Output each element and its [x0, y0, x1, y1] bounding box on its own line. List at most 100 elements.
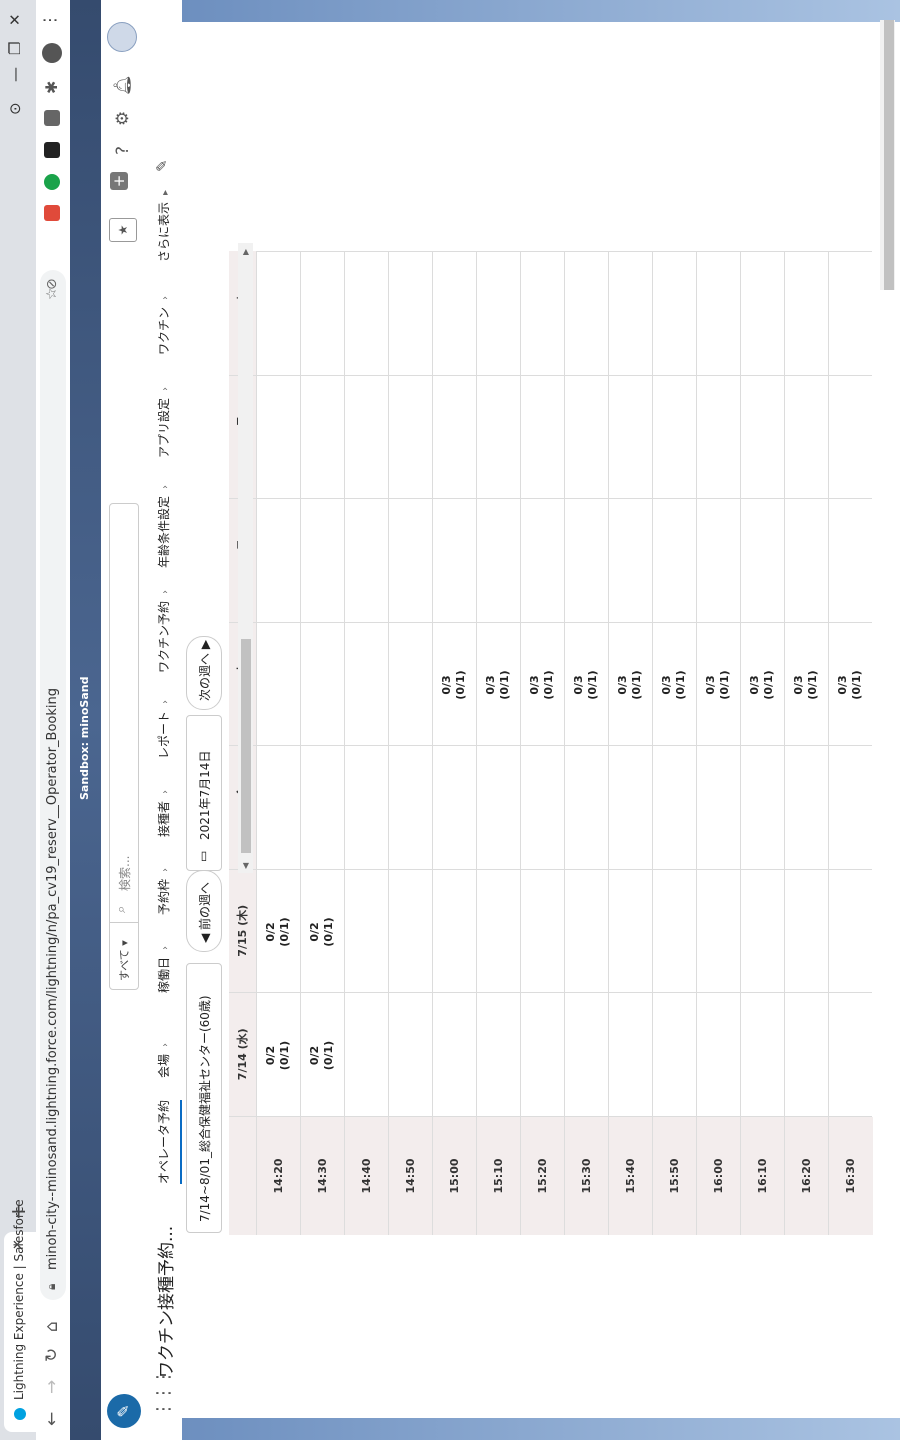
browser-tab[interactable]: Lightning Experience | Salesforce ✕ [4, 1199, 36, 1432]
user-avatar[interactable] [107, 22, 137, 52]
search-scope-select[interactable]: すべて ▾ [116, 940, 132, 981]
nav-tab-age-settings[interactable]: 年齢条件設定› [155, 485, 172, 568]
booking-slot[interactable]: 0/3 (0/1) [528, 624, 556, 747]
global-search[interactable]: すべて ▾ ⌕ 検索... [109, 503, 139, 990]
next-week-button[interactable]: 次の週へ ▶ [186, 636, 222, 710]
nav-tab-operating-days[interactable]: 稼働日› [155, 946, 172, 993]
slot-capacity: 0/3 [484, 675, 497, 695]
nav-tab-operator-booking[interactable]: オペレータ予約 [155, 1099, 183, 1184]
back-icon[interactable]: ← [42, 1412, 62, 1426]
app-name: ワクチン接種予約... [157, 1225, 177, 1378]
slot-capacity: 0/3 [528, 675, 541, 695]
browser-menu-icon[interactable]: ⋮ [40, 12, 59, 28]
scroll-left-icon[interactable]: ◀ [241, 863, 250, 869]
booking-slot[interactable]: 0/3 (0/1) [440, 624, 468, 747]
slot-reserved: (0/1) [498, 670, 511, 700]
calendar-scrollbar[interactable]: ◀ ▶ [238, 243, 253, 873]
zoom-icon[interactable]: ⊘ [44, 278, 60, 290]
nav-tab-app-settings[interactable]: アプリ設定› [155, 387, 172, 458]
booking-slot[interactable]: 0/3 (0/1) [704, 624, 732, 747]
restore-icon[interactable]: ❐ [6, 42, 24, 55]
rotated-screen: Lightning Experience | Salesforce ✕ + ⊙ … [0, 0, 900, 1440]
tab-title: Lightning Experience | Salesforce [12, 1199, 26, 1400]
nav-more[interactable]: さらに表示▸ [155, 190, 172, 262]
grid-row-line [828, 252, 829, 1117]
slot-capacity: 0/3 [836, 675, 849, 695]
nav-tab-vaccine[interactable]: ワクチン› [155, 296, 172, 355]
time-label: 15:00 [432, 1117, 477, 1235]
page-scrollbar[interactable] [880, 20, 895, 290]
search-icon: ⌕ [114, 905, 129, 913]
notifications-bell-icon[interactable]: 🔔︎ [113, 74, 133, 96]
grid-row-line [344, 252, 345, 1117]
extension-red-icon[interactable] [44, 205, 60, 221]
slot-reserved: (0/1) [322, 1040, 335, 1071]
global-actions-plus-icon[interactable]: + [110, 172, 128, 190]
new-tab-button[interactable]: + [6, 1203, 30, 1220]
nav-tab-reports[interactable]: レポート› [155, 700, 172, 759]
grid-column-line [256, 622, 872, 623]
slot-capacity: 0/2 [308, 922, 321, 942]
nav-tab-vaccine-booking[interactable]: ワクチン予約› [155, 590, 172, 673]
grid-row-line [520, 252, 521, 1117]
extension-green-icon[interactable] [44, 174, 60, 190]
grid-row-line [256, 252, 257, 1117]
salesforce-favicon-icon [14, 1408, 26, 1420]
extension-black-icon[interactable] [44, 142, 60, 158]
page-scroll-thumb[interactable] [884, 20, 894, 290]
org-logo-icon: ✎ [107, 1394, 141, 1428]
tab-close-icon[interactable]: ✕ [11, 1239, 26, 1250]
page-background-right [182, 0, 900, 22]
date-picker[interactable]: ▭ 2021年7月14日 [186, 715, 222, 871]
prev-week-button[interactable]: ◀ 前の週へ [186, 870, 222, 952]
booking-slot[interactable]: 0/3 (0/1) [572, 624, 600, 747]
grid-row-line [784, 252, 785, 1117]
day-header: 7/15 (木) [229, 869, 256, 994]
global-header: ✎ すべて ▾ ⌕ 検索... ★ + ? ⚙ 🔔︎ [101, 0, 145, 1440]
time-label: 14:50 [388, 1117, 433, 1235]
lock-icon: 🔒︎ [44, 1283, 58, 1290]
extension-gray-icon[interactable] [44, 110, 60, 126]
extensions-puzzle-icon[interactable]: ✱ [42, 81, 61, 94]
slot-capacity: 0/3 [572, 675, 585, 695]
booking-slot[interactable]: 0/3 (0/1) [660, 624, 688, 747]
home-icon[interactable]: ⌂ [42, 1321, 62, 1332]
booking-slot[interactable]: 0/2 (0/1) [308, 994, 336, 1117]
minimize-icon[interactable]: — [6, 67, 24, 82]
slot-reserved: (0/1) [454, 670, 467, 700]
booking-slot[interactable]: 0/3 (0/1) [616, 624, 644, 747]
search-input[interactable]: 検索... [116, 856, 133, 891]
scroll-right-icon[interactable]: ▶ [241, 249, 250, 255]
address-bar[interactable]: 🔒︎ minoh-city--minosand.lightning.force.… [40, 270, 66, 1300]
slot-reserved: (0/1) [586, 670, 599, 700]
booking-slot[interactable]: 0/2 (0/1) [308, 871, 336, 994]
slot-capacity: 0/3 [616, 675, 629, 695]
booking-slot[interactable]: 0/3 (0/1) [748, 624, 776, 747]
booking-slot[interactable]: 0/3 (0/1) [792, 624, 820, 747]
edit-nav-pencil-icon[interactable]: ✎ [153, 159, 171, 172]
reload-icon[interactable]: ↻ [42, 1348, 62, 1362]
help-icon[interactable]: ? [113, 146, 133, 155]
booking-slot[interactable]: 0/2 (0/1) [264, 994, 292, 1117]
booking-slot[interactable]: 0/2 (0/1) [264, 871, 292, 994]
favorites-star-icon[interactable]: ★ [109, 218, 137, 242]
time-label: 14:40 [344, 1117, 389, 1235]
slot-reserved: (0/1) [322, 917, 335, 947]
forward-icon[interactable]: → [42, 1380, 62, 1394]
close-window-icon[interactable]: ✕ [6, 13, 24, 26]
nav-tab-venue[interactable]: 会場› [155, 1043, 172, 1078]
open-tab-search-icon[interactable]: ⊙ [6, 102, 24, 115]
time-label: 14:20 [256, 1117, 301, 1235]
slot-capacity: 0/3 [792, 675, 805, 695]
profile-avatar[interactable] [42, 43, 62, 63]
calendar-icon: ▭ [196, 850, 210, 862]
grid-row-line [564, 252, 565, 1117]
nav-tab-slots[interactable]: 予約枠› [155, 868, 172, 915]
center-select[interactable]: 7/14~8/01_総合保健福祉センター(60歳) [186, 963, 222, 1233]
day-header: 7/14 (水) [229, 992, 256, 1117]
setup-gear-icon[interactable]: ⚙ [113, 111, 133, 126]
scroll-thumb[interactable] [241, 639, 251, 853]
booking-slot[interactable]: 0/3 (0/1) [836, 624, 864, 747]
nav-tab-recipients[interactable]: 接種者› [155, 790, 172, 837]
booking-slot[interactable]: 0/3 (0/1) [484, 624, 512, 747]
